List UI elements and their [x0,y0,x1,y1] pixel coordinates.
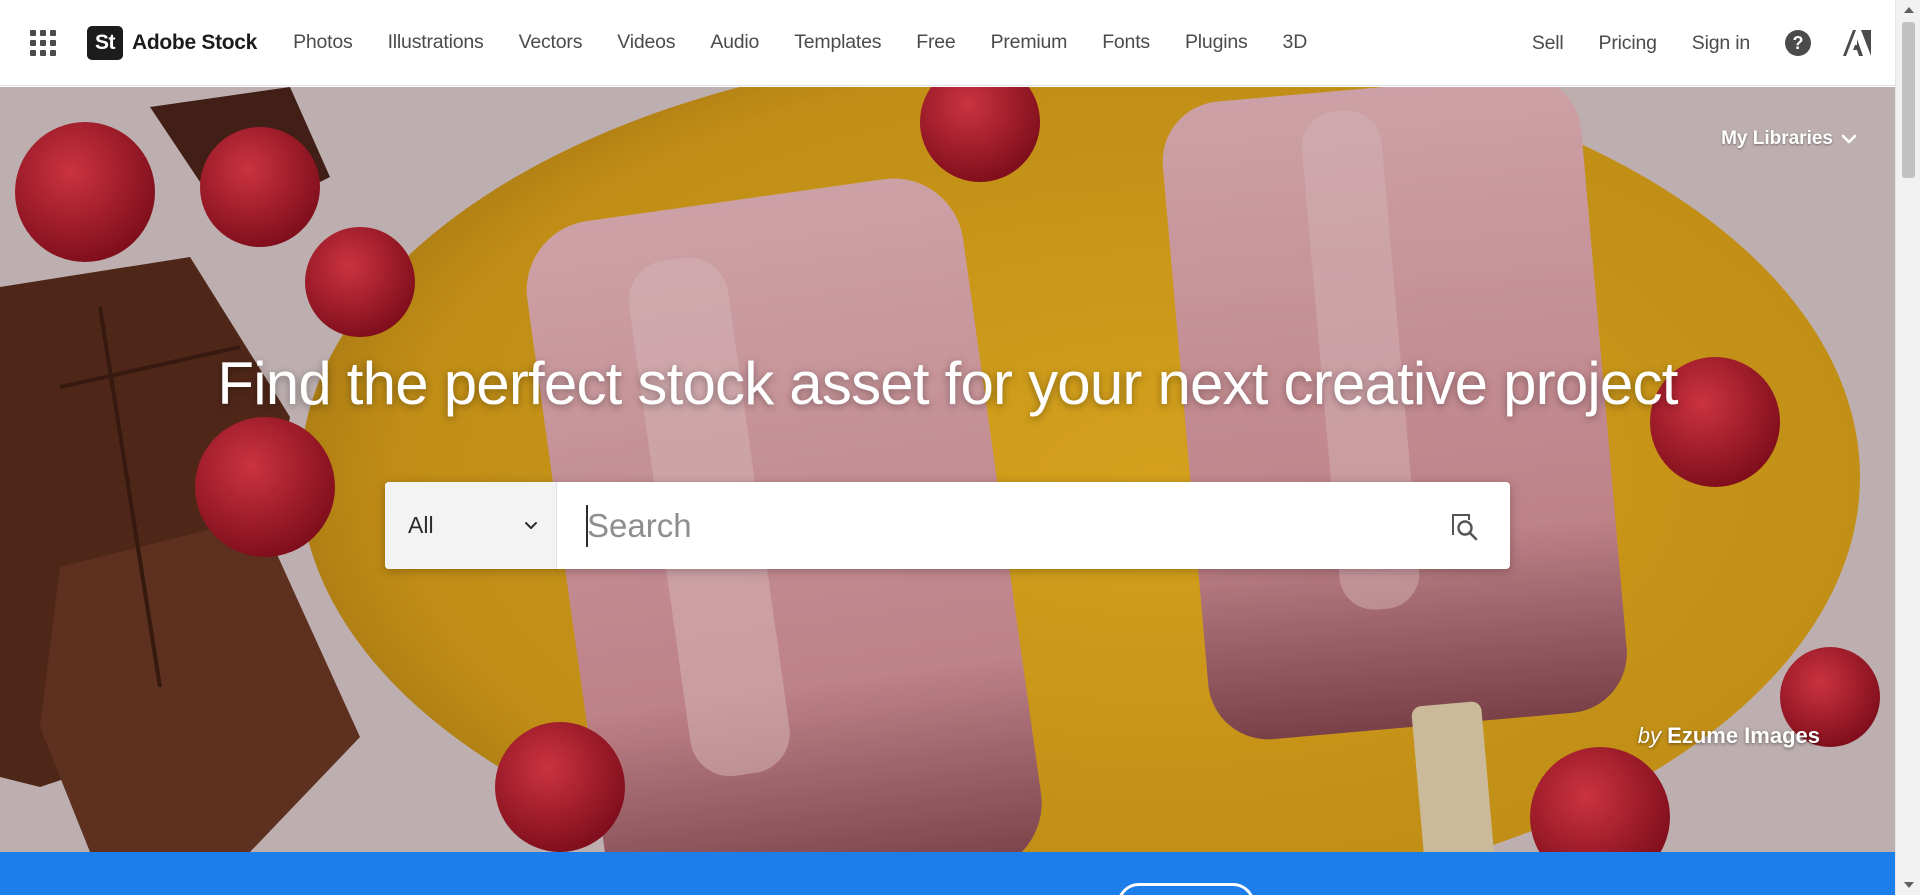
adobe-logo-icon[interactable] [1843,30,1871,56]
visual-search-icon[interactable] [1449,511,1479,541]
account-nav: Sell Pricing Sign in ? [1532,0,1871,86]
sell-link[interactable]: Sell [1532,32,1564,55]
promo-button[interactable] [1117,883,1255,895]
page-scrollbar[interactable] [1895,0,1920,895]
scroll-thumb[interactable] [1902,22,1915,178]
my-libraries-button[interactable]: My Libraries [1721,128,1857,150]
nav-link-fonts[interactable]: Fonts [1102,31,1150,54]
scroll-up-arrow-icon[interactable] [1896,0,1920,20]
nav-link-3d[interactable]: 3D [1283,31,1308,54]
scroll-down-arrow-icon[interactable] [1896,875,1920,895]
nav-link-audio[interactable]: Audio [710,31,759,54]
text-cursor [586,505,588,547]
image-attribution: by Ezume Images [1638,723,1820,749]
stock-badge-icon: St [87,25,123,60]
attribution-by: by [1637,723,1662,748]
pricing-link[interactable]: Pricing [1599,32,1657,55]
adobe-stock-logo[interactable]: St Adobe Stock [87,25,258,60]
search-category-value: All [408,512,434,538]
attribution-author-link[interactable]: Ezume Images [1667,723,1820,748]
nav-link-videos[interactable]: Videos [617,31,675,54]
nav-link-templates[interactable]: Templates [794,31,881,54]
nav-link-free[interactable]: Free [916,31,955,54]
promo-banner [0,852,1895,895]
sign-in-link[interactable]: Sign in [1692,32,1750,55]
search-category-select[interactable]: All [385,482,557,569]
nav-link-photos[interactable]: Photos [293,31,353,54]
nav-link-plugins[interactable]: Plugins [1185,31,1248,54]
hero-title: Find the perfect stock asset for your ne… [217,350,1678,417]
chevron-down-icon [1841,134,1857,144]
my-libraries-label: My Libraries [1721,128,1833,149]
nav-link-premium[interactable]: Premium [991,31,1068,54]
app-grid-icon[interactable] [30,29,56,56]
brand-name: Adobe Stock [132,30,258,54]
search-bar: All [385,482,1510,569]
chevron-down-icon [525,522,537,529]
primary-nav: Photos Illustrations Vectors Videos Audi… [293,31,1342,54]
hero-banner: My Libraries Find the perfect stock asse… [0,87,1895,852]
nav-link-vectors[interactable]: Vectors [519,31,583,54]
nav-link-illustrations[interactable]: Illustrations [388,31,484,54]
hero-overlay [0,87,1895,852]
top-navigation: St Adobe Stock Photos Illustrations Vect… [0,0,1895,86]
search-input[interactable] [557,482,1449,569]
help-circle-icon[interactable]: ? [1785,30,1811,56]
